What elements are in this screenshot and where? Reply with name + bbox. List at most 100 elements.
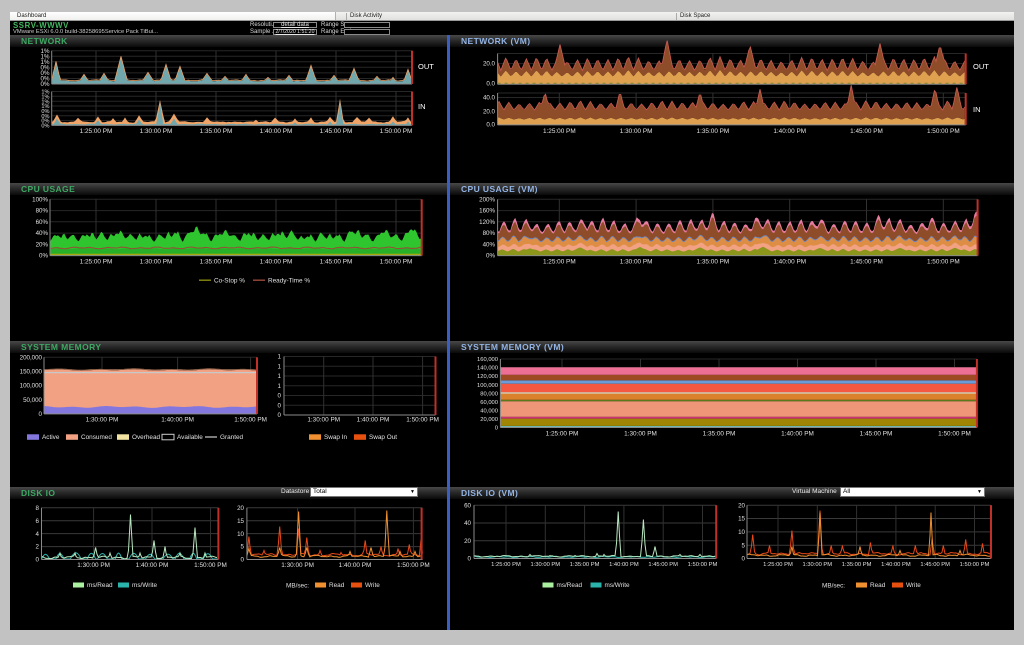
svg-text:1:40:00 PM: 1:40:00 PM <box>339 562 372 569</box>
svg-text:1:35:00 PM: 1:35:00 PM <box>697 259 730 266</box>
svg-text:1:45:00 PM: 1:45:00 PM <box>320 128 353 135</box>
svg-text:Consumed: Consumed <box>81 434 112 441</box>
svg-text:1:30:00 PM: 1:30:00 PM <box>530 562 560 568</box>
svg-text:1:30:00 PM: 1:30:00 PM <box>620 259 653 266</box>
svg-text:1:45:00 PM: 1:45:00 PM <box>860 431 893 438</box>
svg-text:1:30:00 PM: 1:30:00 PM <box>624 431 657 438</box>
svg-text:1: 1 <box>278 383 282 390</box>
svg-text:1:45:00 PM: 1:45:00 PM <box>648 562 678 568</box>
svg-text:160%: 160% <box>479 208 495 215</box>
svg-text:1:30:00 PM: 1:30:00 PM <box>307 417 340 424</box>
svg-text:0%: 0% <box>486 253 495 260</box>
svg-text:40: 40 <box>464 520 471 527</box>
svg-text:0: 0 <box>742 556 746 563</box>
svg-text:8: 8 <box>36 505 40 512</box>
svg-text:120%: 120% <box>479 219 495 226</box>
svg-text:1: 1 <box>278 354 282 361</box>
svg-text:0%: 0% <box>39 253 48 260</box>
svg-text:1:50:00 PM: 1:50:00 PM <box>397 562 430 569</box>
svg-text:Read: Read <box>870 582 886 589</box>
svg-text:1:45:00 PM: 1:45:00 PM <box>850 259 883 266</box>
svg-text:200,000: 200,000 <box>20 354 43 361</box>
svg-text:0%: 0% <box>41 81 50 88</box>
svg-text:10: 10 <box>237 531 244 538</box>
svg-text:1:50:00 PM: 1:50:00 PM <box>234 417 267 424</box>
svg-text:60%: 60% <box>36 219 49 226</box>
svg-text:200%: 200% <box>479 196 495 203</box>
svg-text:1:45:00 PM: 1:45:00 PM <box>920 562 950 568</box>
svg-text:120,000: 120,000 <box>477 374 498 380</box>
svg-text:160,000: 160,000 <box>477 357 498 363</box>
svg-text:ms/Write: ms/Write <box>132 582 158 589</box>
svg-text:20: 20 <box>464 538 471 545</box>
svg-text:0: 0 <box>241 557 245 564</box>
svg-text:Swap In: Swap In <box>324 434 348 441</box>
svg-text:1:30:00 PM: 1:30:00 PM <box>77 562 110 569</box>
svg-text:1:50:00 PM: 1:50:00 PM <box>380 259 413 266</box>
svg-text:100%: 100% <box>32 196 48 203</box>
svg-text:Write: Write <box>906 582 921 589</box>
svg-text:ms/Write: ms/Write <box>605 582 631 589</box>
svg-text:40.0: 40.0 <box>483 95 496 102</box>
svg-text:40,000: 40,000 <box>480 409 498 415</box>
svg-text:1:50:00 PM: 1:50:00 PM <box>960 562 990 568</box>
svg-text:1:40:00 PM: 1:40:00 PM <box>781 431 814 438</box>
svg-text:1:35:00 PM: 1:35:00 PM <box>842 562 872 568</box>
svg-text:Available: Available <box>177 434 203 441</box>
svg-text:1: 1 <box>278 373 282 380</box>
svg-text:Co-Stop %: Co-Stop % <box>214 277 245 284</box>
svg-text:0.0: 0.0 <box>486 80 495 87</box>
svg-text:1:30:00 PM: 1:30:00 PM <box>620 128 653 135</box>
svg-text:1:50:00 PM: 1:50:00 PM <box>688 562 718 568</box>
svg-text:15: 15 <box>237 518 244 525</box>
svg-text:Ready-Time %: Ready-Time % <box>268 277 310 284</box>
svg-text:60,000: 60,000 <box>480 400 498 406</box>
svg-text:100,000: 100,000 <box>477 383 498 389</box>
svg-text:80%: 80% <box>36 208 49 215</box>
svg-text:1:30:00 PM: 1:30:00 PM <box>86 417 119 424</box>
svg-text:40%: 40% <box>36 230 49 237</box>
svg-text:100,000: 100,000 <box>20 383 43 390</box>
svg-text:1:40:00 PM: 1:40:00 PM <box>773 259 806 266</box>
svg-text:Granted: Granted <box>220 434 244 441</box>
svg-text:IN: IN <box>973 105 981 114</box>
svg-text:1:50:00 PM: 1:50:00 PM <box>380 128 413 135</box>
svg-text:1:35:00 PM: 1:35:00 PM <box>703 431 736 438</box>
svg-text:60: 60 <box>464 502 471 509</box>
svg-text:IN: IN <box>418 102 426 111</box>
svg-text:1:30:00 PM: 1:30:00 PM <box>281 562 314 569</box>
svg-text:1:40:00 PM: 1:40:00 PM <box>161 417 194 424</box>
svg-text:1:45:00 PM: 1:45:00 PM <box>850 128 883 135</box>
svg-text:1:25:00 PM: 1:25:00 PM <box>80 128 113 135</box>
svg-text:1:50:00 PM: 1:50:00 PM <box>938 431 971 438</box>
svg-text:80%: 80% <box>483 230 496 237</box>
svg-text:Overhead: Overhead <box>132 434 161 441</box>
svg-text:1:40:00 PM: 1:40:00 PM <box>357 417 390 424</box>
svg-text:1: 1 <box>278 363 282 370</box>
svg-text:Swap Out: Swap Out <box>369 434 397 441</box>
svg-text:20.0: 20.0 <box>483 61 496 68</box>
svg-text:0: 0 <box>495 426 498 432</box>
svg-text:Read: Read <box>329 582 345 589</box>
svg-text:20,000: 20,000 <box>480 417 498 423</box>
svg-text:6: 6 <box>36 518 40 525</box>
svg-text:0%: 0% <box>41 124 49 130</box>
svg-text:MB/sec:: MB/sec: <box>822 583 845 590</box>
svg-text:1:30:00 PM: 1:30:00 PM <box>140 128 173 135</box>
svg-text:1:40:00 PM: 1:40:00 PM <box>260 259 293 266</box>
svg-text:2: 2 <box>36 544 40 551</box>
svg-text:MB/sec:: MB/sec: <box>286 583 309 590</box>
svg-text:0.0: 0.0 <box>486 122 495 129</box>
svg-text:1:50:00 PM: 1:50:00 PM <box>406 417 439 424</box>
svg-text:20%: 20% <box>36 241 49 248</box>
svg-text:80,000: 80,000 <box>480 391 498 397</box>
svg-text:0: 0 <box>39 411 43 418</box>
svg-text:1:25:00 PM: 1:25:00 PM <box>80 259 113 266</box>
svg-text:10: 10 <box>738 529 745 536</box>
svg-text:0: 0 <box>278 402 282 409</box>
svg-text:1:30:00 PM: 1:30:00 PM <box>802 562 832 568</box>
svg-text:1:25:00 PM: 1:25:00 PM <box>546 431 579 438</box>
svg-text:1:40:00 PM: 1:40:00 PM <box>136 562 169 569</box>
svg-text:1:25:00 PM: 1:25:00 PM <box>543 259 576 266</box>
svg-text:1:40:00 PM: 1:40:00 PM <box>773 128 806 135</box>
